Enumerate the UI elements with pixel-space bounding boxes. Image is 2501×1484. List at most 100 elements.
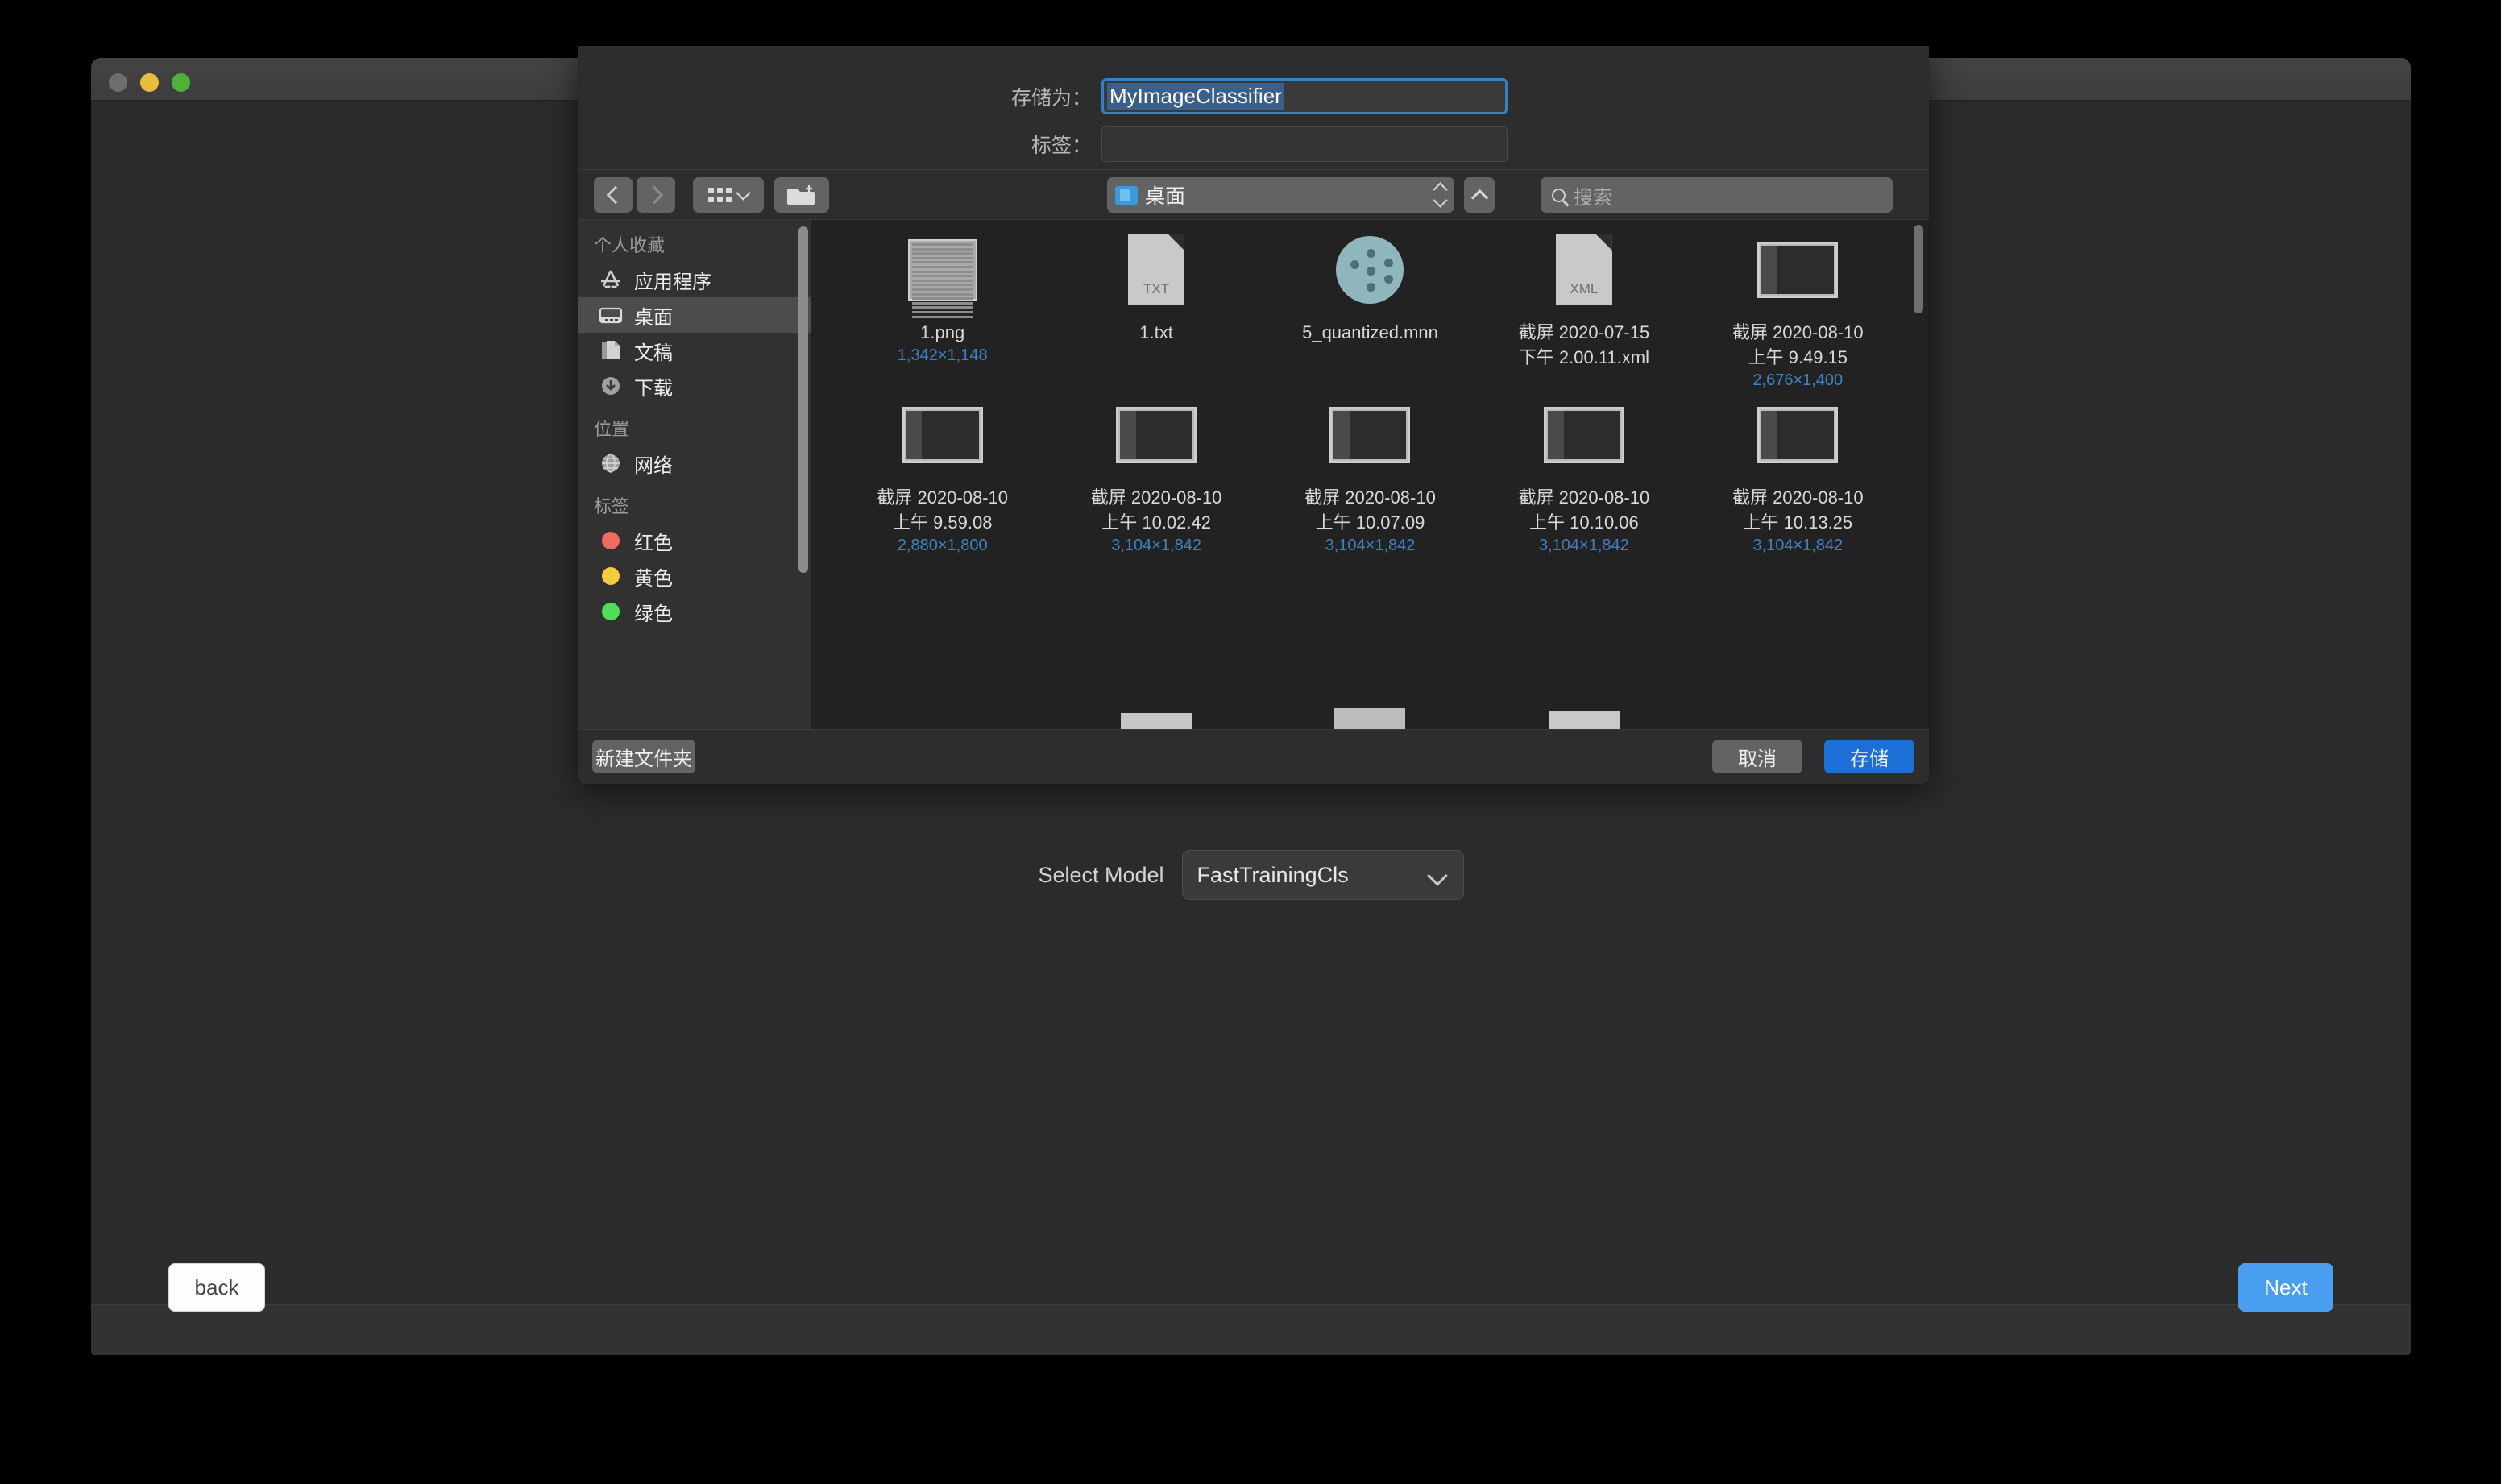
chevron-left-icon: [606, 185, 624, 205]
file-browser: 个人收藏 应用程序 桌面 文稿 下载 位置 网络 标签 红色 黄色 绿色 1.p…: [578, 219, 1929, 729]
search-input[interactable]: 搜索: [1541, 177, 1893, 213]
file-item[interactable]: 截屏 2020-08-10 上午 9.59.08 2,880×1,800: [836, 396, 1049, 555]
file-name: 5_quantized.mnn: [1302, 322, 1438, 342]
new-folder-icon: [787, 185, 815, 205]
file-name: 1.png: [920, 322, 965, 342]
file-name: 截屏 2020-08-10 上午 10.07.09: [1304, 487, 1436, 533]
save-button[interactable]: 存储: [1824, 740, 1914, 773]
file-item[interactable]: 截屏 2020-08-10 上午 10.13.25 3,104×1,842: [1691, 396, 1905, 555]
applications-icon: [599, 268, 623, 291]
desktop-icon: [599, 304, 623, 326]
file-icon: [894, 396, 991, 474]
sidebar-item-downloads[interactable]: 下载: [578, 368, 811, 404]
cancel-button[interactable]: 取消: [1712, 740, 1802, 773]
nav-forward-button[interactable]: [637, 177, 675, 213]
wizard-footer: back Next: [91, 1263, 2411, 1355]
list-item[interactable]: [1049, 713, 1263, 729]
file-thumbnail: [1336, 236, 1404, 304]
file-dimensions: 3,104×1,842: [1111, 537, 1201, 554]
file-thumbnail: TXT: [1128, 234, 1185, 305]
file-item[interactable]: 截屏 2020-08-10 上午 9.49.15 2,676×1,400: [1691, 231, 1905, 390]
file-name: 截屏 2020-07-15 下午 2.00.11.xml: [1518, 322, 1650, 367]
search-placeholder: 搜索: [1574, 186, 1612, 209]
zoom-button[interactable]: [172, 73, 190, 92]
file-name: 截屏 2020-08-10 上午 9.59.08: [877, 487, 1009, 533]
sidebar-item-label: 黄色: [634, 567, 673, 590]
file-item[interactable]: XML 截屏 2020-07-15 下午 2.00.11.xml: [1477, 231, 1690, 390]
sidebar-item-network[interactable]: 网络: [578, 446, 811, 481]
list-item[interactable]: [1477, 711, 1690, 729]
select-model-row: Select Model FastTrainingCls: [91, 850, 2411, 900]
sidebar-item-tag-green[interactable]: 绿色: [578, 594, 811, 629]
back-button[interactable]: back: [168, 1263, 265, 1312]
file-icon: [1321, 231, 1418, 309]
file-name: 截屏 2020-08-10 上午 10.13.25: [1732, 487, 1864, 533]
save-as-label: 存储为：: [1010, 86, 1092, 110]
sidebar-item-label: 下载: [634, 377, 673, 400]
file-icon: [1321, 396, 1418, 474]
filename-input[interactable]: MyImageClassifier: [1101, 78, 1508, 114]
nav-back-button[interactable]: [594, 177, 633, 213]
chevron-down-icon: [736, 185, 751, 201]
sidebar-item-applications[interactable]: 应用程序: [578, 262, 811, 297]
next-button[interactable]: Next: [2238, 1263, 2333, 1312]
path-popup-button[interactable]: 桌面: [1107, 177, 1454, 213]
sidebar-item-label: 应用程序: [634, 271, 711, 293]
chevron-up-icon: [1470, 189, 1488, 206]
file-item[interactable]: 截屏 2020-08-10 上午 10.02.42 3,104×1,842: [1049, 396, 1263, 555]
minimize-button[interactable]: [140, 73, 159, 92]
file-dimensions: 2,880×1,800: [897, 537, 988, 554]
file-item[interactable]: TXT 1.txt: [1049, 231, 1263, 390]
file-dimensions: 3,104×1,842: [1539, 537, 1629, 554]
file-grid-row-partial: [811, 708, 1929, 729]
tags-label: 标签：: [1031, 135, 1092, 157]
documents-icon: [599, 339, 623, 362]
file-grid-pane: 1.png 1,342×1,148 TXT 1.txt 5_quantized.mnn X…: [811, 220, 1929, 729]
file-thumbnail: [1757, 407, 1839, 463]
file-name: 截屏 2020-08-10 上午 10.02.42: [1090, 487, 1222, 533]
sidebar-item-tag-yellow[interactable]: 黄色: [578, 558, 811, 594]
close-button[interactable]: [109, 73, 127, 92]
tags-input[interactable]: [1101, 126, 1508, 162]
sidebar-item-tag-red[interactable]: 红色: [578, 523, 811, 558]
file-dimensions: 2,676×1,400: [1752, 371, 1844, 389]
sidebar-item-desktop[interactable]: 桌面: [578, 297, 811, 333]
chevron-down-icon: [1428, 864, 1449, 885]
select-model-value: FastTrainingCls: [1197, 862, 1349, 887]
list-item[interactable]: [1263, 708, 1477, 729]
file-item[interactable]: 截屏 2020-08-10 上午 10.10.06 3,104×1,842: [1477, 396, 1690, 555]
sidebar-scrollbar[interactable]: [798, 226, 808, 573]
file-grid: 1.png 1,342×1,148 TXT 1.txt 5_quantized.mnn X…: [811, 220, 1929, 555]
file-thumbnail: [907, 239, 977, 318]
file-item[interactable]: 截屏 2020-08-10 上午 10.07.09 3,104×1,842: [1263, 396, 1477, 555]
sidebar-item-label: 绿色: [634, 603, 673, 625]
save-dialog-footer: 新建文件夹 取消 存储: [578, 729, 1929, 784]
new-folder-button[interactable]: [774, 177, 829, 213]
file-item[interactable]: 5_quantized.mnn: [1263, 231, 1477, 390]
screen: Select Model FastTrainingCls back Next 存…: [0, 0, 2501, 1484]
file-thumbnail: [1543, 407, 1624, 463]
sidebar-item-label: 桌面: [634, 306, 673, 329]
icon-view-grid-icon: [708, 188, 732, 202]
new-folder-button[interactable]: 新建文件夹: [592, 740, 695, 773]
save-dialog-header: 存储为： MyImageClassifier 标签：: [578, 46, 1929, 169]
file-item[interactable]: 1.png 1,342×1,148: [836, 231, 1049, 390]
save-as-row: 存储为： MyImageClassifier: [940, 78, 1508, 114]
file-grid-scrollbar[interactable]: [1914, 225, 1923, 313]
save-dialog: 存储为： MyImageClassifier 标签： 桌面 搜索 个人收藏 应用…: [578, 46, 1929, 784]
file-dimensions: 3,104×1,842: [1752, 537, 1844, 554]
path-label: 桌面: [1145, 185, 1186, 208]
folder-icon: [1115, 185, 1138, 205]
save-dialog-toolbar: 桌面 搜索: [578, 169, 1929, 219]
file-thumbnail: [902, 407, 983, 463]
file-name: 截屏 2020-08-10 上午 10.10.06: [1518, 487, 1650, 533]
file-thumbnail: [1329, 407, 1411, 463]
file-dimensions: 1,342×1,148: [897, 346, 988, 364]
sidebar-item-documents[interactable]: 文稿: [578, 333, 811, 368]
sidebar-section-title: 位置: [594, 419, 630, 439]
go-up-button[interactable]: [1464, 177, 1495, 213]
select-model-dropdown[interactable]: FastTrainingCls: [1181, 850, 1464, 900]
view-mode-button[interactable]: [693, 177, 764, 213]
file-name: 1.txt: [1139, 322, 1173, 342]
tag-dot-icon: [599, 565, 623, 587]
